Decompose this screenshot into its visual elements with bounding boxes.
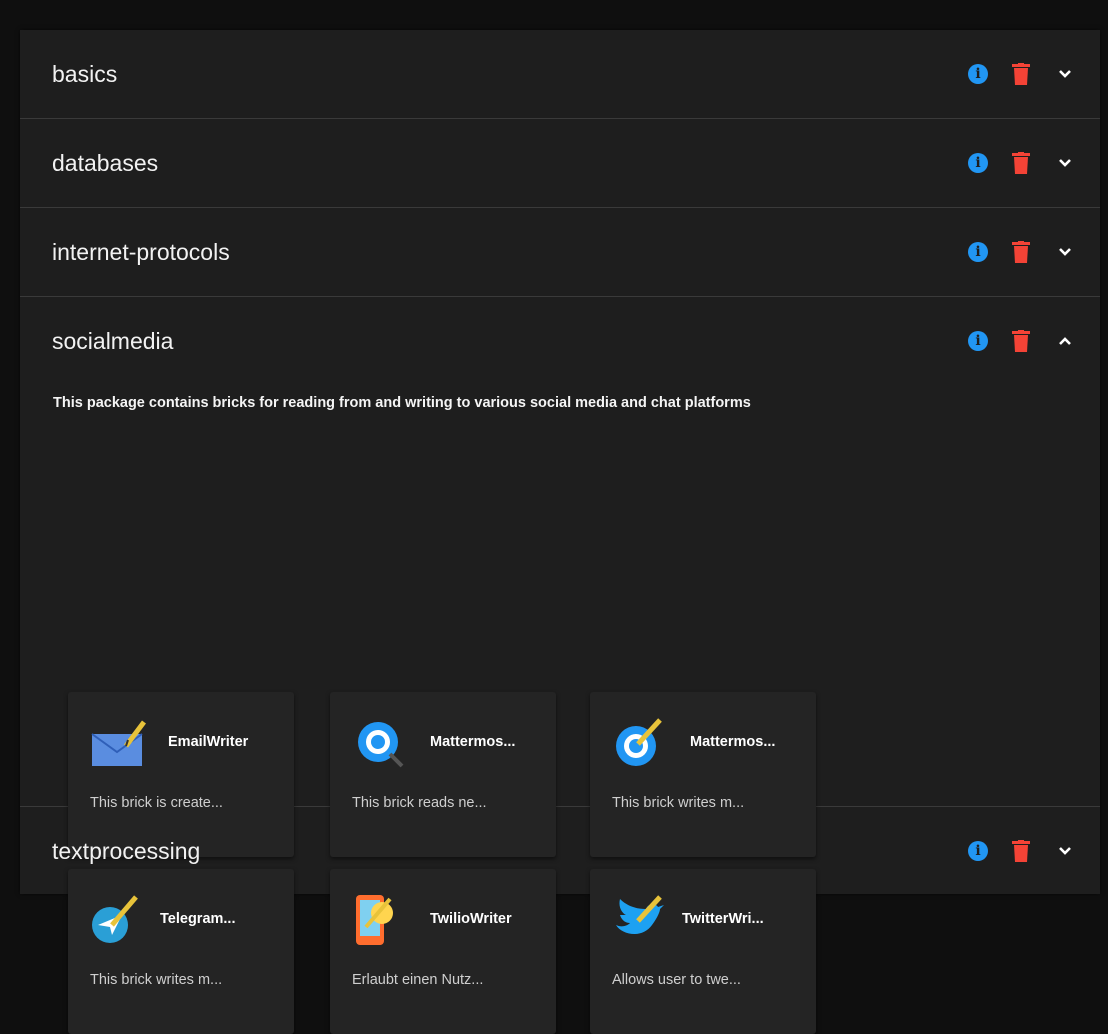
package-header-databases[interactable]: databases i — [20, 119, 1100, 207]
package-list: basics i databases i internet-protocols … — [20, 30, 1100, 1034]
brick-name: TwilioWriter — [430, 911, 512, 927]
chevron-up-icon[interactable] — [1058, 336, 1072, 346]
package-row-internet-protocols: internet-protocols i — [20, 208, 1100, 297]
package-title: textprocessing — [52, 837, 201, 864]
telegram-icon — [92, 895, 138, 943]
package-title: internet-protocols — [52, 238, 230, 265]
package-header-basics[interactable]: basics i — [20, 30, 1100, 118]
mattermost-writer-icon — [616, 718, 662, 766]
package-row-basics: basics i — [20, 30, 1100, 119]
chevron-down-icon[interactable] — [1058, 69, 1072, 79]
package-row-socialmedia: socialmedia i This package contains bric… — [20, 297, 1100, 1034]
package-title: databases — [52, 149, 159, 176]
mattermost-reader-icon — [358, 722, 404, 768]
chevron-down-icon[interactable] — [1058, 846, 1072, 856]
package-title: socialmedia — [52, 327, 174, 354]
info-icon[interactable]: i — [968, 331, 988, 351]
chevron-down-icon[interactable] — [1058, 158, 1072, 168]
package-header-textprocessing[interactable]: textprocessing i — [20, 807, 1100, 895]
chevron-down-icon[interactable] — [1058, 247, 1072, 257]
info-icon[interactable]: i — [968, 841, 988, 861]
trash-icon[interactable] — [1012, 63, 1030, 85]
trash-icon[interactable] — [1012, 840, 1030, 862]
brick-summary: Erlaubt einen Nutz... — [352, 972, 484, 988]
package-description: This package contains bricks for reading… — [53, 395, 751, 411]
info-icon[interactable]: i — [968, 64, 988, 84]
twitter-icon — [616, 895, 664, 935]
package-title: basics — [52, 60, 118, 87]
brick-summary: This brick writes m... — [90, 972, 223, 988]
brick-summary: Allows user to twe... — [612, 972, 741, 988]
trash-icon[interactable] — [1012, 241, 1030, 263]
twilio-icon — [356, 895, 393, 945]
brick-name: EmailWriter — [168, 734, 249, 750]
email-icon — [91, 720, 146, 766]
brick-name: TwitterWri... — [682, 911, 764, 927]
info-icon[interactable]: i — [968, 153, 988, 173]
package-row-databases: databases i — [20, 119, 1100, 208]
brick-name: Telegram... — [160, 911, 236, 927]
brick-name: Mattermos... — [430, 734, 516, 750]
package-row-textprocessing: textprocessing i — [20, 807, 1100, 895]
trash-icon[interactable] — [1012, 152, 1030, 174]
trash-icon[interactable] — [1012, 330, 1030, 352]
info-icon[interactable]: i — [968, 242, 988, 262]
package-header-socialmedia[interactable]: socialmedia i — [20, 297, 1100, 385]
package-header-internet-protocols[interactable]: internet-protocols i — [20, 208, 1100, 296]
brick-name: Mattermos... — [690, 734, 776, 750]
